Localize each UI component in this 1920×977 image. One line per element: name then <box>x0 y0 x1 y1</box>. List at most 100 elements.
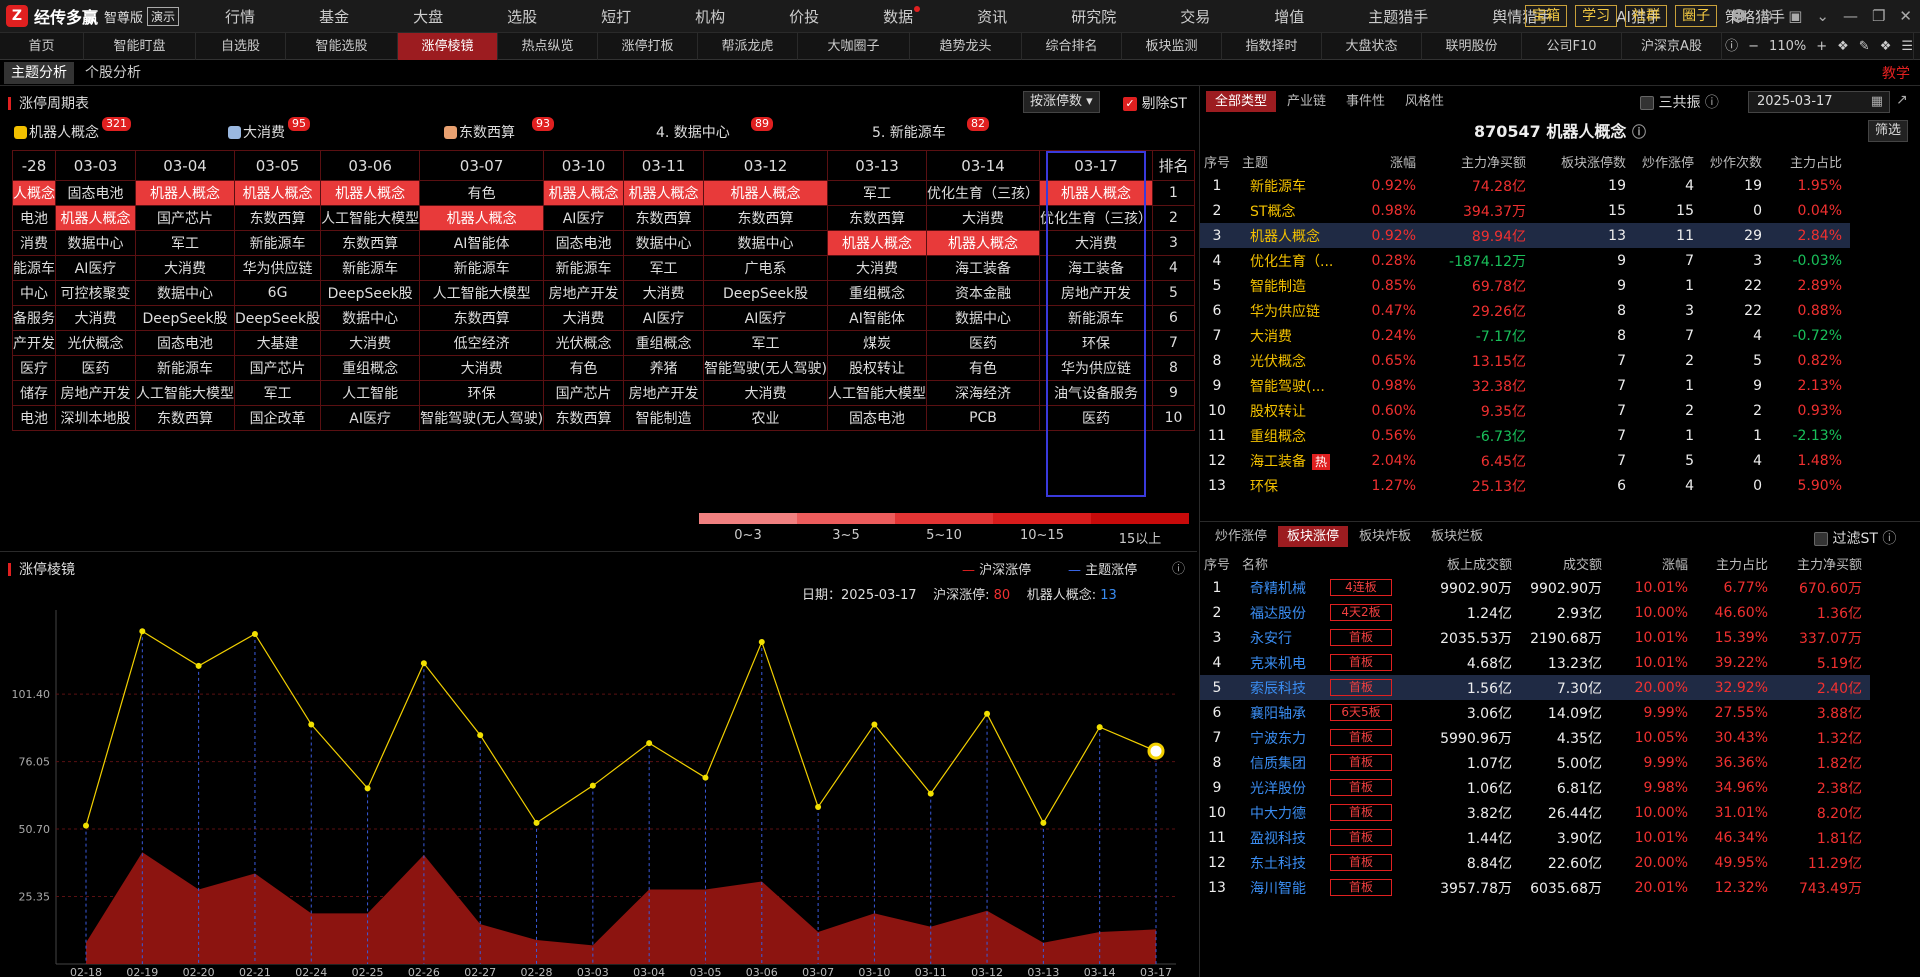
table-header[interactable]: 名称 <box>1242 551 1330 575</box>
table-row[interactable]: 6 华为供应链 0.47% 29.26亿 8 3 22 0.88% <box>1200 298 1850 323</box>
table-row[interactable]: 3 永安行 首板 2035.53万 2190.68万 10.01% 15.39% 337.07… <box>1200 625 1870 650</box>
grid-cell[interactable]: 环保 <box>419 380 545 406</box>
sub-nav-item[interactable]: 首页 <box>0 33 84 60</box>
grid-cell[interactable]: 新能源车 <box>233 230 322 256</box>
grid-cell[interactable]: 固态电池 <box>827 405 927 431</box>
table-row[interactable]: 11 盈视科技 首板 1.44亿 3.90亿 10.01% 46.34% 1.81亿 <box>1200 825 1870 850</box>
table-header[interactable]: 主力净买额 <box>1776 551 1870 575</box>
grid-cell[interactable]: 人工智能大模型 <box>419 280 545 306</box>
sub-nav-item[interactable]: 智能选股 <box>286 33 398 60</box>
grid-cell[interactable]: 数据中心 <box>135 280 235 306</box>
grid-cell[interactable]: 人概念 <box>12 180 56 206</box>
grid-cell[interactable]: 备服务 <box>12 305 56 331</box>
grid-cell[interactable]: 人工智能大模型 <box>827 380 927 406</box>
sort-select[interactable]: 按涨停数 ▾ <box>1023 91 1100 113</box>
window-icon[interactable]: ▣ <box>1788 7 1802 25</box>
grid-cell[interactable]: 固态电池 <box>135 330 235 356</box>
grid-cell[interactable]: 大消费 <box>55 305 136 331</box>
sub-nav-item[interactable]: 指数择时 <box>1222 33 1322 60</box>
grid-cell[interactable]: 大基建 <box>233 330 322 356</box>
grid-cell[interactable]: 农业 <box>703 405 828 431</box>
date-header[interactable]: 03-17 <box>1039 150 1153 181</box>
table-row[interactable]: 9 智能驾驶(... 0.98% 32.38亿 7 1 9 2.13% <box>1200 373 1850 398</box>
grid-cell[interactable]: 房地产开发 <box>1039 280 1153 306</box>
grid-cell[interactable]: 医药 <box>55 355 136 381</box>
table-row[interactable]: 4 优化生育（... 0.28% -1874.12万 9 7 3 -0.03% <box>1200 248 1850 273</box>
table-row[interactable]: 7 宁波东力 首板 5990.96万 4.35亿 10.05% 30.43% 1.32亿 <box>1200 725 1870 750</box>
grid-cell[interactable]: 房地产开发 <box>623 380 705 406</box>
grid-cell[interactable]: 房地产开发 <box>55 380 136 406</box>
community-button[interactable]: 社群 <box>1625 5 1668 27</box>
table-row[interactable]: 13 环保 1.27% 25.13亿 6 4 0 5.90% <box>1200 473 1850 498</box>
grid-cell[interactable]: 大消费 <box>320 330 421 356</box>
grid-cell[interactable]: 华为供应链 <box>233 255 322 281</box>
grid-cell[interactable]: 优化生育（三孩） <box>926 180 1040 206</box>
table-header[interactable]: 主题 <box>1242 149 1360 173</box>
table-header[interactable]: 涨幅 <box>1360 149 1424 173</box>
table-row[interactable]: 10 中大力德 首板 3.82亿 26.44亿 10.00% 31.01% 8.20亿 <box>1200 800 1870 825</box>
grid-cell[interactable]: 数据中心 <box>320 305 421 331</box>
sub-nav-item[interactable]: 综合排名 <box>1022 33 1122 60</box>
sub-nav-item[interactable]: 公司F10 <box>1522 33 1622 60</box>
nav-item[interactable]: 行情 <box>209 6 271 27</box>
grid-cell[interactable]: 有色 <box>419 180 545 206</box>
tab-theme-analysis[interactable]: 主题分析 <box>4 62 74 84</box>
pin2-icon[interactable]: ❖ <box>1880 33 1892 60</box>
nav-item[interactable]: 大盘 <box>397 6 459 27</box>
grid-cell[interactable]: 机器人概念 <box>827 230 927 256</box>
filter-st-toggle[interactable]: 过滤ST ⓘ <box>1814 528 1896 548</box>
table-header[interactable]: 序号 <box>1200 551 1242 575</box>
nav-item[interactable]: 增值 <box>1258 6 1320 27</box>
top-theme[interactable]: 机器人概念 321 <box>14 117 131 142</box>
grid-cell[interactable]: DeepSeek股 <box>320 280 421 306</box>
grid-cell[interactable]: 固态电池 <box>55 180 136 206</box>
date-header[interactable]: 03-10 <box>543 150 625 181</box>
grid-cell[interactable]: 新能源车 <box>419 255 545 281</box>
grid-cell[interactable]: 储存 <box>12 380 56 406</box>
grid-cell[interactable]: 机器人概念 <box>623 180 705 206</box>
table-header[interactable]: 炒作次数 <box>1702 149 1770 173</box>
grid-cell[interactable]: 能源车 <box>12 255 56 281</box>
circle-button[interactable]: 圈子 <box>1675 5 1718 27</box>
filter-button[interactable]: 筛选 <box>1868 120 1909 142</box>
grid-cell[interactable]: 海工装备 <box>926 255 1040 281</box>
grid-cell[interactable]: 海工装备 <box>1039 255 1153 281</box>
grid-cell[interactable]: 股权转让 <box>827 355 927 381</box>
date-header[interactable]: 03-05 <box>233 150 322 181</box>
grid-cell[interactable]: 有色 <box>543 355 625 381</box>
grid-cell[interactable]: 智能驾驶(无人驾驶) <box>703 355 828 381</box>
type-tab[interactable]: 产业链 <box>1278 91 1335 112</box>
menu-icon[interactable]: ☰ <box>1901 33 1913 60</box>
type-tab[interactable]: 事件性 <box>1337 91 1394 112</box>
date-picker[interactable]: 2025-03-17 ▦ <box>1748 91 1890 113</box>
grid-cell[interactable]: 机器人概念 <box>320 180 421 206</box>
grid-cell[interactable]: 东数西算 <box>827 205 927 231</box>
nav-item[interactable]: 资讯 <box>961 6 1023 27</box>
sub-nav-item[interactable]: 智能盯盘 <box>84 33 196 60</box>
grid-cell[interactable]: AI医疗 <box>543 205 625 231</box>
grid-cell[interactable]: 东数西算 <box>543 405 625 431</box>
sub-nav-item[interactable]: 帮派龙虎 <box>698 33 798 60</box>
table-header[interactable]: 板块涨停数 <box>1534 149 1634 173</box>
grid-cell[interactable]: 国产芯片 <box>543 380 625 406</box>
sub-nav-item[interactable]: 热点纵览 <box>498 33 598 60</box>
grid-cell[interactable]: 医疗 <box>12 355 56 381</box>
sanngong-toggle[interactable]: 三共振 ⓘ <box>1640 92 1719 112</box>
grid-cell[interactable]: AI医疗 <box>320 405 421 431</box>
grid-cell[interactable]: AI医疗 <box>55 255 136 281</box>
grid-cell[interactable]: 大消费 <box>623 280 705 306</box>
grid-cell[interactable]: 机器人概念 <box>1039 180 1153 206</box>
grid-cell[interactable]: 数据中心 <box>623 230 705 256</box>
grid-cell[interactable]: 军工 <box>623 255 705 281</box>
minimize-icon[interactable]: — <box>1843 7 1858 25</box>
type-tab[interactable]: 风格性 <box>1396 91 1453 112</box>
grid-cell[interactable]: 东数西算 <box>623 205 705 231</box>
grid-cell[interactable]: 大消费 <box>135 255 235 281</box>
table-header[interactable]: 主力占比 <box>1770 149 1850 173</box>
grid-cell[interactable]: 6G <box>233 280 322 306</box>
grid-cell[interactable]: 华为供应链 <box>1039 355 1153 381</box>
table-row[interactable]: 3 机器人概念 0.92% 89.94亿 13 11 29 2.84% <box>1200 223 1850 248</box>
table-header[interactable]: 主力净买额 <box>1424 149 1534 173</box>
grid-cell[interactable]: 机器人概念 <box>543 180 625 206</box>
grid-cell[interactable]: 新能源车 <box>320 255 421 281</box>
